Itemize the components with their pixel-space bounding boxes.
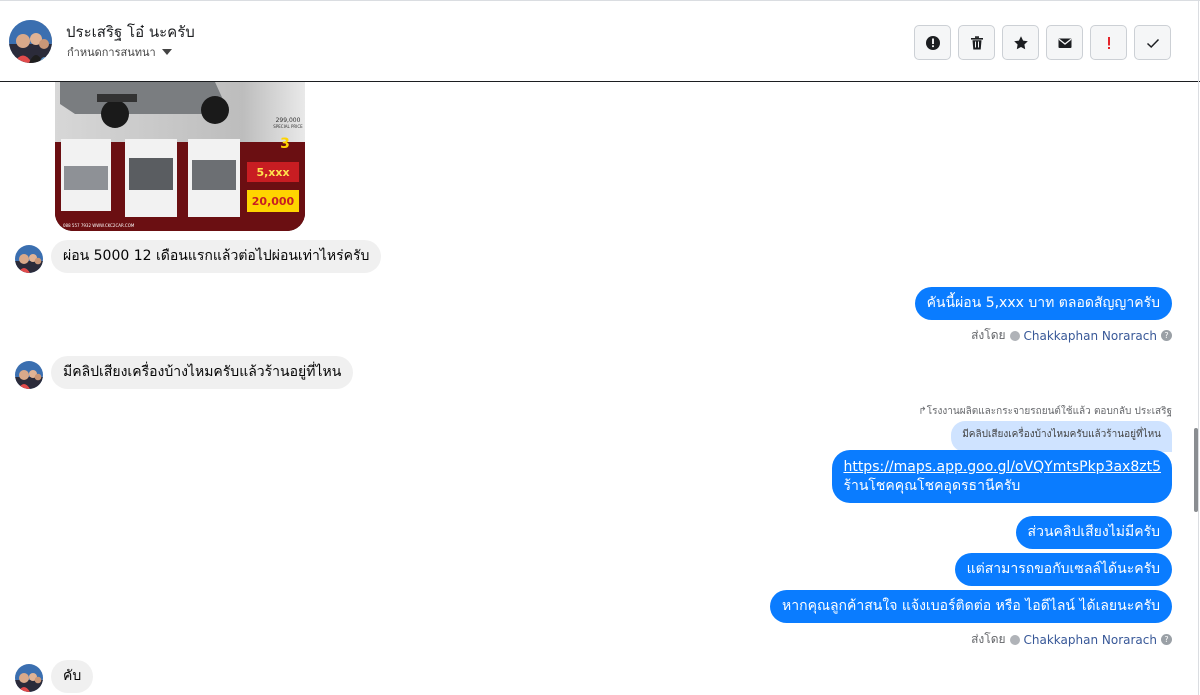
verified-dot-icon bbox=[1009, 330, 1020, 341]
message-text: ร้านโชคคุณโชคอุดรธานีครับ bbox=[843, 478, 1021, 494]
outgoing-message[interactable]: แต่สามารถขอกับเซลล์ได้นะครับ bbox=[954, 553, 1172, 586]
mark-unread-button[interactable] bbox=[1046, 25, 1083, 60]
outgoing-message[interactable]: ส่วนคลิปเสียงไม่มีครับ bbox=[1015, 516, 1172, 549]
outgoing-message[interactable]: หากคุณลูกค้าสนใจ แจ้งเบอร์ติดต่อ หรือ ไอ… bbox=[770, 590, 1172, 623]
avatar-photo bbox=[15, 664, 43, 692]
sent-by-line: ส่งโดย Chakkaphan Norarach ? bbox=[971, 630, 1172, 649]
star-icon bbox=[1013, 35, 1028, 49]
price-text: 299,000 bbox=[276, 117, 301, 124]
sent-by-name[interactable]: Chakkaphan Norarach bbox=[1024, 329, 1157, 343]
outgoing-message[interactable]: คันนี้ผ่อน 5,xxx บาท ตลอดสัญญาครับ bbox=[914, 287, 1172, 320]
sender-avatar[interactable] bbox=[15, 361, 43, 389]
avatar-photo bbox=[9, 20, 52, 63]
sender-avatar[interactable] bbox=[15, 664, 43, 692]
contact-text: 088 557 7932 WWW.CKC2CAR.COM bbox=[63, 223, 135, 228]
scrollbar-thumb[interactable] bbox=[1194, 428, 1198, 512]
installment-text: 5,xxx bbox=[256, 166, 289, 179]
sender-avatar[interactable] bbox=[15, 245, 43, 273]
reply-context-note: ↱โรงงานผลิตและกระจายรถยนต์ใช้แล้ว ตอบกลั… bbox=[918, 406, 1172, 417]
verified-dot-icon bbox=[1009, 634, 1020, 645]
map-link[interactable]: https://maps.app.goo.gl/oVQYmtsPkp3ax8zt… bbox=[843, 459, 1161, 475]
outgoing-message[interactable]: https://maps.app.goo.gl/oVQYmtsPkp3ax8zt… bbox=[832, 450, 1172, 503]
help-icon[interactable]: ? bbox=[1161, 634, 1172, 645]
mail-icon bbox=[1058, 38, 1071, 48]
sent-by-line: ส่งโดย Chakkaphan Norarach ? bbox=[971, 326, 1172, 345]
report-button[interactable] bbox=[914, 25, 951, 60]
conversation-settings-dropdown[interactable]: กำหนดการสนทนา bbox=[67, 43, 172, 61]
contact-avatar[interactable] bbox=[9, 20, 52, 63]
incoming-message[interactable]: ผ่อน 5000 12 เดือนแรกแล้วต่อไปผ่อนเท่าไห… bbox=[51, 240, 382, 273]
caret-down-icon bbox=[161, 49, 172, 55]
message-thread[interactable]: 5,xxx 20,000 299,000 SPECIAL PRICE 3 088… bbox=[0, 82, 1200, 695]
check-icon bbox=[1146, 38, 1159, 48]
sent-by-prefix: ส่งโดย bbox=[971, 328, 1006, 342]
down-payment-text: 20,000 bbox=[252, 195, 295, 208]
incoming-message[interactable]: คับ bbox=[51, 660, 94, 693]
star-button[interactable] bbox=[1002, 25, 1039, 60]
trash-icon bbox=[970, 35, 983, 49]
sent-by-prefix: ส่งโดย bbox=[971, 632, 1006, 646]
header-actions bbox=[914, 25, 1171, 60]
mark-important-button[interactable] bbox=[1090, 25, 1127, 60]
delete-button[interactable] bbox=[958, 25, 995, 60]
sent-by-name[interactable]: Chakkaphan Norarach bbox=[1024, 633, 1157, 647]
conversation-header: ประเสริฐ โอ๋ นะครับ กำหนดการสนทนา bbox=[0, 0, 1200, 82]
avatar-photo bbox=[15, 245, 43, 273]
price-caption-text: SPECIAL PRICE bbox=[273, 124, 303, 129]
report-icon bbox=[925, 35, 940, 50]
mark-done-button[interactable] bbox=[1134, 25, 1171, 60]
help-icon[interactable]: ? bbox=[1161, 330, 1172, 341]
contact-name: ประเสริฐ โอ๋ นะครับ bbox=[66, 23, 195, 41]
exclamation-icon bbox=[1107, 36, 1110, 49]
avatar-photo bbox=[15, 361, 43, 389]
years-text: 3 bbox=[280, 136, 290, 152]
incoming-message[interactable]: มีคลิปเสียงเครื่องบ้างไหมครับแล้วร้านอยู… bbox=[51, 356, 354, 389]
conversation-settings-label: กำหนดการสนทนา bbox=[67, 46, 156, 59]
image-attachment[interactable]: 5,xxx 20,000 299,000 SPECIAL PRICE 3 088… bbox=[55, 82, 305, 231]
car-advert-image: 5,xxx 20,000 299,000 SPECIAL PRICE 3 088… bbox=[55, 82, 305, 231]
quoted-message[interactable]: มีคลิปเสียงเครื่องบ้างไหมครับแล้วร้านอยู… bbox=[951, 421, 1172, 452]
